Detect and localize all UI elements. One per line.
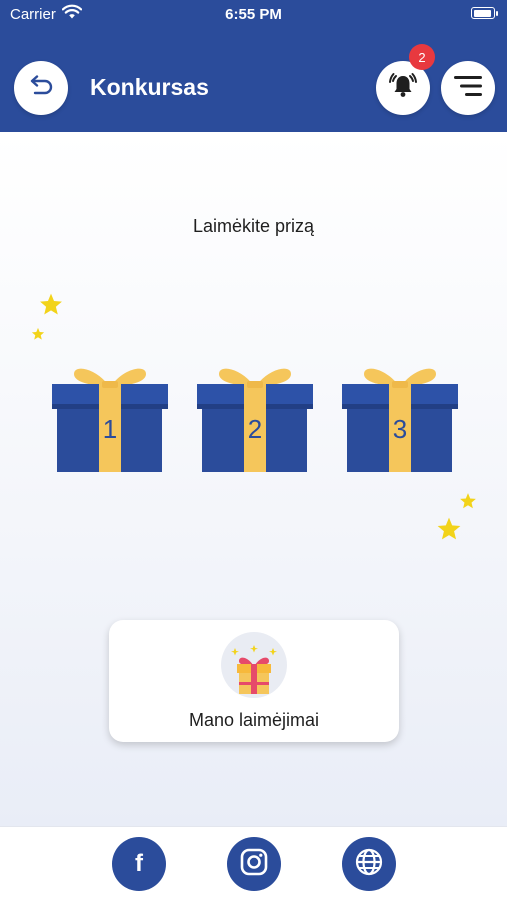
website-button[interactable] <box>342 837 396 891</box>
instagram-button[interactable] <box>227 837 281 891</box>
gift-icon <box>231 645 277 694</box>
star-icon <box>437 517 461 540</box>
globe-icon <box>354 847 384 882</box>
star-icon <box>460 493 476 509</box>
instagram-icon <box>240 848 268 881</box>
gift-box-3[interactable]: 3 <box>342 360 458 474</box>
footer-bar: f <box>0 826 507 901</box>
facebook-icon: f <box>135 850 143 877</box>
gift-box-2[interactable]: 2 <box>197 360 313 474</box>
status-bar: Carrier 6:55 PM <box>0 0 507 28</box>
facebook-button[interactable]: f <box>112 837 166 891</box>
my-wins-card[interactable]: Mano laimėjimai <box>109 620 399 742</box>
back-button[interactable] <box>14 61 68 115</box>
menu-icon <box>453 74 483 103</box>
prize-heading: Laimėkite prizą <box>192 216 315 236</box>
notification-badge: 2 <box>409 44 435 70</box>
back-arrow-icon <box>27 74 55 102</box>
star-icon <box>40 293 62 315</box>
battery-icon <box>471 7 498 19</box>
menu-button[interactable] <box>441 61 495 115</box>
wins-icon-circle <box>221 632 287 698</box>
my-wins-label: Mano laimėjimai <box>188 710 320 730</box>
star-icon <box>31 327 45 340</box>
gift-number: 1 <box>102 414 118 444</box>
bell-icon <box>388 71 418 106</box>
clock: 6:55 PM <box>225 6 282 23</box>
gift-number: 2 <box>247 414 263 444</box>
page-title: Konkursas <box>90 74 209 100</box>
app-header: Konkursas 2 <box>0 28 507 132</box>
gift-box-1[interactable]: 1 <box>52 360 168 474</box>
main-content: Laimėkite prizą 1 2 3 Mano laimėjimai <box>0 132 507 826</box>
gift-number: 3 <box>392 414 408 444</box>
